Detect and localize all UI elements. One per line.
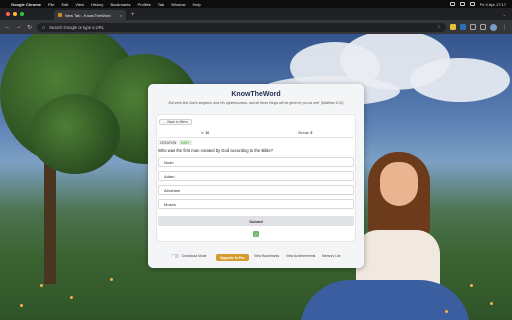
wifi-icon[interactable]: [459, 2, 465, 6]
menu-edit[interactable]: Edit: [61, 2, 68, 7]
back-to-menu-button[interactable]: ← Back to Menu: [159, 119, 193, 125]
back-arrow-icon[interactable]: ←: [4, 24, 11, 30]
view-bookmarks-link[interactable]: View Bookmarks: [254, 254, 279, 258]
flower: [20, 304, 23, 307]
streak-count: Streak: 5: [298, 131, 312, 135]
menu-profiles[interactable]: Profiles: [137, 2, 150, 7]
tree-canopy: [30, 94, 120, 174]
card-verse: But seek first God's kingdom, and His ri…: [168, 101, 344, 105]
upgrade-pro-button[interactable]: Upgrade to Pro: [216, 254, 249, 261]
forward-arrow-icon[interactable]: →: [15, 24, 22, 30]
category-badge: CREATION: [158, 140, 179, 145]
verse-count: V: 10: [201, 131, 209, 135]
address-bar-placeholder: Search Google or type a URL: [49, 24, 105, 30]
menu-history[interactable]: History: [91, 2, 103, 7]
minimize-window-icon[interactable]: [13, 12, 17, 16]
flower: [470, 284, 473, 287]
answer-option-moses[interactable]: Moses: [158, 199, 354, 209]
google-g-icon: G: [42, 24, 46, 30]
memory-list-label[interactable]: Memory List: [322, 254, 340, 258]
reload-icon[interactable]: ↻: [26, 24, 33, 31]
submit-button[interactable]: Submit: [158, 216, 354, 226]
zoom-window-icon[interactable]: [20, 12, 24, 16]
menu-app-name[interactable]: Google Chrome: [11, 2, 41, 7]
extension-icon[interactable]: [450, 24, 456, 30]
tab-favicon-icon: [58, 13, 62, 17]
address-bar[interactable]: G Search Google or type a URL ☆: [37, 22, 446, 32]
flower: [40, 284, 43, 287]
menubar-clock[interactable]: Fri 4 Apr 17:17: [480, 2, 506, 7]
bookmark-star-icon[interactable]: ☆: [437, 24, 441, 30]
window-controls: [0, 12, 30, 20]
answer-option-abraham[interactable]: Abraham: [158, 185, 354, 195]
close-window-icon[interactable]: [6, 12, 10, 16]
profile-avatar[interactable]: [490, 23, 497, 31]
battery-icon[interactable]: [449, 2, 455, 6]
girl-face: [380, 162, 418, 206]
question-text: Who was the first man created by God acc…: [158, 148, 273, 153]
browser-tab-active[interactable]: New Tab - KnowTheWord ×: [54, 10, 126, 20]
browser-toolbar: ← → ↻ G Search Google or type a URL ☆ ⋮: [0, 20, 512, 34]
divider: [158, 137, 354, 138]
side-panel-icon[interactable]: [480, 24, 486, 30]
tab-title: New Tab - KnowTheWord: [65, 12, 111, 18]
menu-window[interactable]: Window: [171, 2, 185, 7]
cloud: [410, 58, 510, 102]
card-title: KnowTheWord: [231, 91, 281, 98]
extension-2-icon[interactable]: [460, 24, 466, 30]
chrome-menu-icon[interactable]: ⋮: [501, 24, 508, 31]
download-mode-label: Download Mode: [182, 254, 207, 258]
upgrade-pro-label[interactable]: Upgrade to Pro: [216, 254, 249, 261]
view-achievements-link[interactable]: View Achievements: [286, 254, 315, 258]
view-achievements-label[interactable]: View Achievements: [286, 254, 315, 258]
answer-option-noah[interactable]: Noah: [158, 157, 354, 167]
toggle-switch[interactable]: [171, 254, 179, 258]
menu-tab[interactable]: Tab: [158, 2, 164, 7]
menu-bookmarks[interactable]: Bookmarks: [110, 2, 130, 7]
menu-view[interactable]: View: [75, 2, 84, 7]
browser-tabstrip: New Tab - KnowTheWord × + ⌄: [0, 8, 512, 20]
macos-menubar: Google Chrome File Edit View History Boo…: [0, 0, 512, 8]
new-tab-button[interactable]: +: [131, 12, 135, 20]
streak-label: Streak:: [298, 131, 310, 135]
tab-search-icon[interactable]: ⌄: [503, 12, 506, 20]
verse-count-label: V:: [201, 131, 205, 135]
memory-list-link[interactable]: Memory List: [322, 254, 340, 258]
flower: [445, 310, 448, 313]
tab-close-icon[interactable]: ×: [120, 13, 122, 18]
view-bookmarks-label[interactable]: View Bookmarks: [254, 254, 279, 258]
streak-value: 5: [310, 131, 313, 135]
difficulty-badge: EASY: [179, 140, 192, 145]
hint-icon[interactable]: ✓: [253, 231, 259, 237]
download-mode-toggle[interactable]: Download Mode: [171, 254, 207, 258]
menu-file[interactable]: File: [48, 2, 54, 7]
flower: [110, 278, 113, 281]
control-center-icon[interactable]: [469, 2, 475, 6]
girl-skirt: [300, 280, 470, 320]
flower: [70, 296, 73, 299]
menu-help[interactable]: Help: [192, 2, 200, 7]
answer-option-adam[interactable]: Adam: [158, 171, 354, 181]
extensions-puzzle-icon[interactable]: [470, 24, 476, 30]
verse-count-value: 10: [205, 131, 210, 135]
flower: [490, 302, 493, 305]
